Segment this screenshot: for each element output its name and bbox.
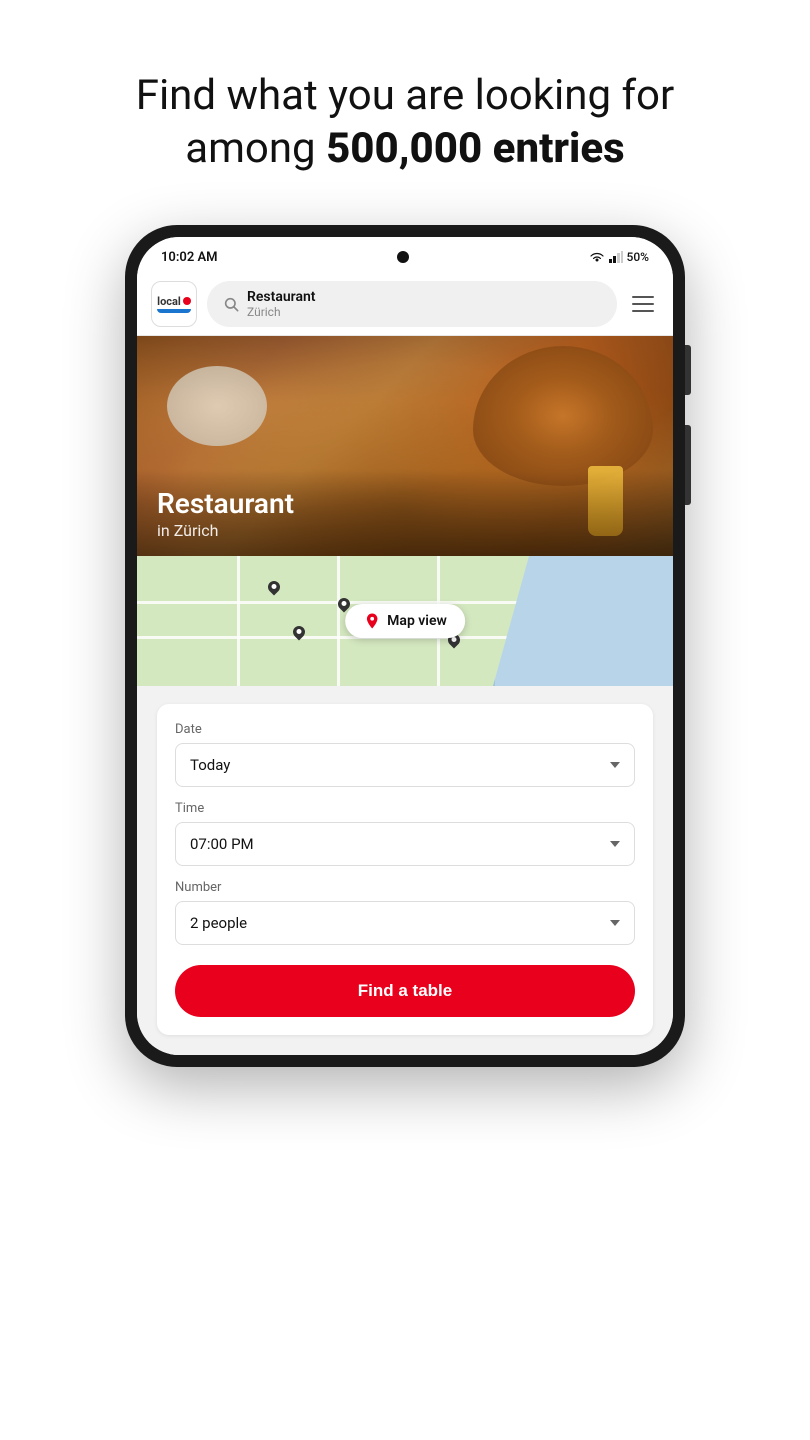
menu-line-2 bbox=[632, 303, 654, 305]
map-road-v2 bbox=[337, 556, 340, 686]
logo-dot bbox=[183, 297, 191, 305]
search-bar[interactable]: Restaurant Zürich bbox=[207, 281, 617, 327]
page-header: Find what you are looking for among 500,… bbox=[76, 0, 735, 225]
search-text: Restaurant Zürich bbox=[247, 289, 316, 319]
time-label: Time bbox=[175, 801, 635, 816]
phone-frame: 10:02 AM 50% bbox=[125, 225, 685, 1067]
map-pin-1 bbox=[267, 581, 281, 599]
menu-line-1 bbox=[632, 296, 654, 298]
map-section[interactable]: Map view bbox=[137, 556, 673, 686]
header-line2-bold: 500,000 entries bbox=[326, 124, 625, 173]
date-value: Today bbox=[190, 756, 230, 774]
map-pin-3 bbox=[292, 626, 306, 644]
power-button bbox=[685, 425, 691, 505]
hero-subtitle: in Zürich bbox=[157, 521, 653, 540]
hero-title: Restaurant bbox=[157, 487, 653, 521]
phone-screen: 10:02 AM 50% bbox=[137, 237, 673, 1055]
number-value: 2 people bbox=[190, 914, 247, 932]
status-bar: 10:02 AM 50% bbox=[137, 237, 673, 273]
header-line2-normal: among bbox=[185, 124, 326, 173]
number-select[interactable]: 2 people bbox=[175, 901, 635, 945]
menu-button[interactable] bbox=[627, 288, 659, 320]
logo-bar bbox=[157, 309, 191, 313]
search-icon bbox=[223, 296, 239, 312]
number-chevron-icon bbox=[610, 920, 620, 926]
map-view-label: Map view bbox=[387, 613, 447, 629]
logo-text: local bbox=[157, 296, 181, 307]
number-group: Number 2 people bbox=[175, 880, 635, 945]
booking-section: Date Today Time 07:00 PM bbox=[137, 686, 673, 1055]
date-chevron-icon bbox=[610, 762, 620, 768]
signal-icon bbox=[609, 251, 623, 263]
map-view-button[interactable]: Map view bbox=[345, 604, 465, 638]
time-chevron-icon bbox=[610, 841, 620, 847]
find-table-button[interactable]: Find a table bbox=[175, 965, 635, 1017]
hero-overlay: Restaurant in Zürich bbox=[137, 471, 673, 556]
battery-text: 50% bbox=[627, 250, 649, 264]
status-time: 10:02 AM bbox=[161, 250, 218, 265]
hero-image: Restaurant in Zürich bbox=[137, 336, 673, 556]
booking-card: Date Today Time 07:00 PM bbox=[157, 704, 653, 1035]
map-pin-icon bbox=[363, 612, 381, 630]
wifi-icon bbox=[589, 251, 605, 263]
time-group: Time 07:00 PM bbox=[175, 801, 635, 866]
food-plate bbox=[167, 366, 267, 446]
map-road-v1 bbox=[237, 556, 240, 686]
header-line1: Find what you are looking for bbox=[136, 71, 675, 120]
status-icons: 50% bbox=[589, 250, 649, 264]
app-header: local Restaurant Zürich bbox=[137, 273, 673, 336]
number-label: Number bbox=[175, 880, 635, 895]
menu-line-3 bbox=[632, 310, 654, 312]
time-value: 07:00 PM bbox=[190, 835, 254, 853]
app-logo[interactable]: local bbox=[151, 281, 197, 327]
camera-dot bbox=[397, 251, 409, 263]
search-query: Restaurant bbox=[247, 289, 316, 305]
date-group: Date Today bbox=[175, 722, 635, 787]
date-label: Date bbox=[175, 722, 635, 737]
phone-mockup: 10:02 AM 50% bbox=[125, 225, 685, 1067]
time-select[interactable]: 07:00 PM bbox=[175, 822, 635, 866]
search-location: Zürich bbox=[247, 305, 316, 319]
date-select[interactable]: Today bbox=[175, 743, 635, 787]
volume-button bbox=[685, 345, 691, 395]
